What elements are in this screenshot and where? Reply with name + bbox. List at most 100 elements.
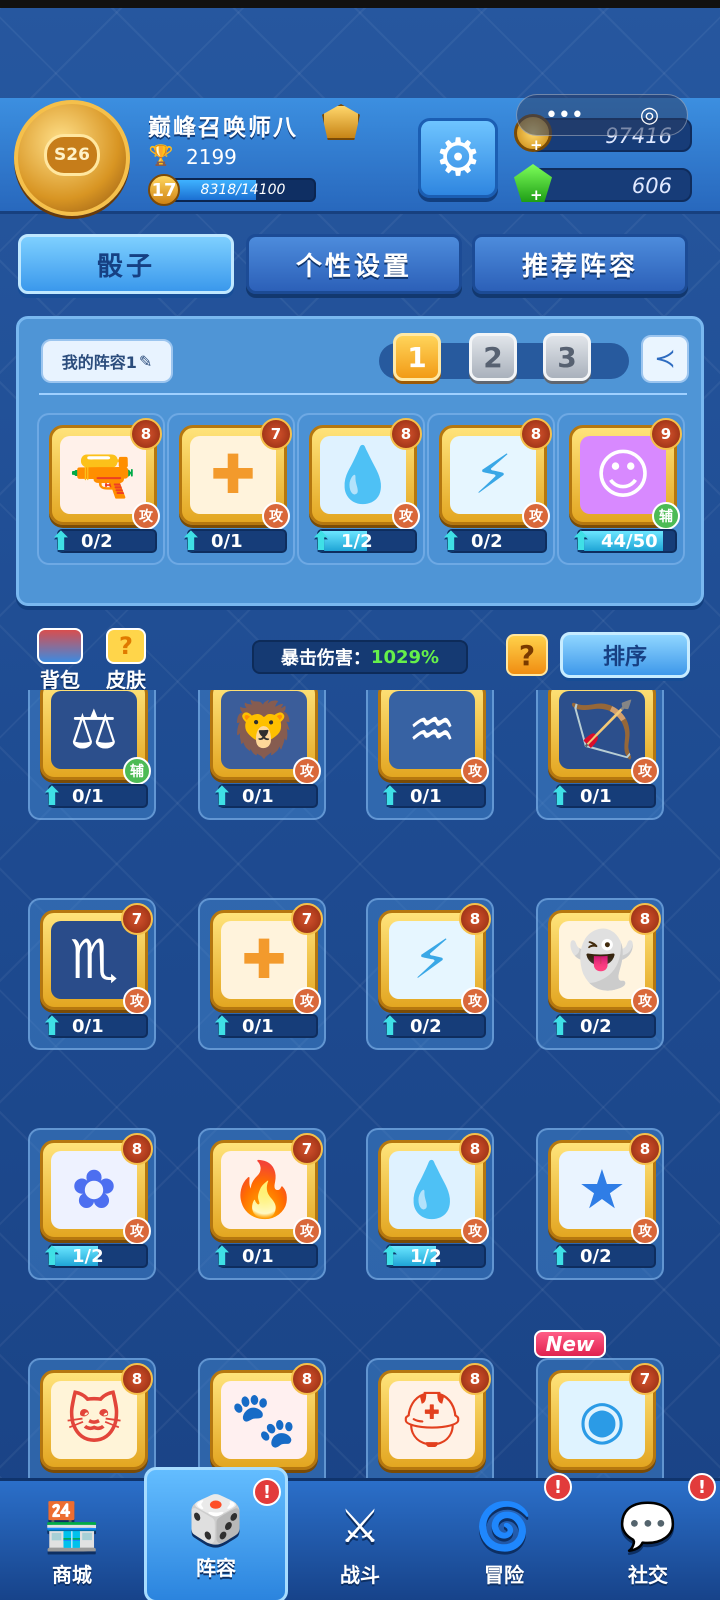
backpack-button[interactable]: 背包 [34,628,86,692]
dice-frame: ⚖ 辅 [40,690,151,785]
nav-icon: 🌀 [475,1498,533,1553]
dice-card[interactable]: 🐱 8 [28,1358,156,1478]
upgrade-progress-text: 0/2 [580,1245,612,1267]
upgrade-progress-text: 0/1 [580,785,612,807]
nav-item-1[interactable]: 🎲 阵容! [144,1467,288,1600]
upgrade-arrow-icon: ⬆ [211,1242,233,1272]
dice-face-icon: 🐱 [51,1381,137,1459]
dice-level-badge: 8 [629,1133,661,1165]
dice-frame: 💧 8 攻 [378,1133,491,1245]
dice-face-icon: 💧 [320,436,406,514]
dice-level-badge: 7 [629,1363,661,1395]
settings-gear-icon[interactable]: ⚙ [418,118,498,198]
dice-frame: ★ 8 攻 [548,1133,661,1245]
add-gold-icon[interactable]: + [530,136,543,154]
dice-frame: 💧 8 攻 [309,418,422,530]
gem-counter[interactable]: 606 [528,168,692,202]
crit-label: 暴击伤害： [280,648,371,669]
dice-frame: 🐱 8 [40,1363,153,1470]
dice-card[interactable]: ✚ 7 攻 ⬆ 0/1 [198,898,326,1050]
skin-button[interactable]: ? 皮肤 [100,628,152,692]
dice-card[interactable]: 🐾 8 [198,1358,326,1478]
tab-recommended-deck[interactable]: 推荐阵容 [472,234,688,294]
dice-card[interactable]: 🏹 攻 ⬆ 0/1 [536,690,664,820]
trophy-icon: 🏆 [148,143,174,167]
dice-card[interactable]: ♒ 攻 ⬆ 0/1 [366,690,494,820]
nav-item-0[interactable]: 🏪 商城 [0,1481,144,1600]
dice-level-badge: 7 [260,418,292,450]
nav-item-4[interactable]: 💬 社交! [576,1473,720,1600]
dice-card[interactable]: 💧 8 攻 ⬆ 1/2 [366,1128,494,1280]
dice-card[interactable]: ♏ 7 攻 ⬆ 0/1 [28,898,156,1050]
upgrade-arrow-icon: ⬆ [440,527,462,557]
gem-value: 606 [631,174,672,198]
dice-level-badge: 8 [629,903,661,935]
deck-slot-1[interactable]: 1 [393,333,441,381]
dice-collection-grid: ⚖ 辅 ⬆ 0/1 🦁 攻 ⬆ 0/1 ♒ 攻 ⬆ 0/1 🏹 攻 ⬆ 0/1 ♏ 7 攻 ⬆ 0/1… [0,690,720,1478]
dice-frame: 🔥 7 攻 [210,1133,323,1245]
nav-item-2[interactable]: ⚔ 战斗 [288,1481,432,1600]
upgrade-progress-text: 1/2 [341,530,373,552]
nav-icon: 💬 [619,1498,677,1553]
tab-dice[interactable]: 骰子 [18,234,234,294]
season-badge: S26 [44,134,100,176]
dice-frame: ⚡ 8 攻 [378,903,491,1015]
dice-card[interactable]: 🦁 攻 ⬆ 0/1 [198,690,326,820]
deck-divider [39,393,687,395]
dice-type-badge: 攻 [631,757,659,785]
upgrade-progress-text: 0/1 [242,785,274,807]
skin-label: 皮肤 [106,668,146,692]
dice-face-icon: ⚡ [450,436,536,514]
dice-level-badge: 8 [459,1133,491,1165]
bottom-nav: 🏪 商城 🎲 阵容! ⚔ 战斗 🌀 冒险! 💬 社交! [0,1467,720,1600]
dice-level-badge: 8 [121,1363,153,1395]
upgrade-progress-text: 0/2 [580,1015,612,1037]
dice-card[interactable]: ✿ 8 攻 ⬆ 1/2 [28,1128,156,1280]
deck-slot-2[interactable]: 2 [469,333,517,381]
upgrade-progress-text: 0/2 [410,1015,442,1037]
tab-personalize[interactable]: 个性设置 [246,234,462,294]
upgrade-arrow-icon: ⬆ [570,527,592,557]
season-rank-emblem[interactable]: S26 [14,100,130,216]
deck-name-button[interactable]: 我的阵容1 ✎ [41,339,173,383]
dice-card[interactable]: New ◉ 7 [534,1330,664,1478]
dice-face-icon: ☺ [580,436,666,514]
add-gem-icon[interactable]: + [530,186,543,204]
deck-slot-3[interactable]: 3 [543,333,591,381]
sort-button[interactable]: 排序 [560,632,690,678]
dice-type-badge: 攻 [293,757,321,785]
dice-card[interactable]: 💧 8 攻 ⬆ 1/2 [297,413,425,565]
dice-frame: 🔫 8 攻 [49,418,162,530]
dice-card[interactable]: ✚ 7 攻 ⬆ 0/1 [167,413,295,565]
nav-label: 阵容 [196,1555,236,1580]
dice-card[interactable]: ⚖ 辅 ⬆ 0/1 [28,690,156,820]
dice-level-badge: 8 [459,903,491,935]
dice-card[interactable]: ☺ 9 辅 ⬆ 44/50 [557,413,685,565]
more-menu-icon[interactable]: ••• [545,103,584,128]
upgrade-progress-text: 0/1 [72,1015,104,1037]
dice-type-badge: 攻 [392,502,420,530]
dice-card[interactable]: 👻 8 攻 ⬆ 0/2 [536,898,664,1050]
dice-face-icon: 👻 [559,921,645,999]
close-target-icon[interactable]: ◎ [640,103,659,128]
dice-card[interactable]: 🔥 7 攻 ⬆ 0/1 [198,1128,326,1280]
share-icon[interactable]: ≺ [641,335,689,383]
upgrade-arrow-icon: ⬆ [211,782,233,812]
dice-card[interactable]: ★ 8 攻 ⬆ 0/2 [536,1128,664,1280]
crit-damage-display: 暴击伤害： 1029% [252,640,468,674]
dice-card[interactable]: 🔫 8 攻 ⬆ 0/2 [37,413,165,565]
upgrade-arrow-icon: ⬆ [211,1012,233,1042]
dice-type-badge: 攻 [123,987,151,1015]
xp-text: 8318/14100 [200,182,286,198]
help-button[interactable]: ? [506,634,548,676]
dice-face-icon: 🔥 [221,1151,307,1229]
nav-item-3[interactable]: 🌀 冒险! [432,1473,576,1600]
dice-card[interactable]: ⚡ 8 攻 ⬆ 0/2 [427,413,555,565]
dice-card[interactable]: ⛑ 8 [366,1358,494,1478]
dice-card[interactable]: ⚡ 8 攻 ⬆ 0/2 [366,898,494,1050]
upgrade-progress-text: 1/2 [410,1245,442,1267]
dice-type-badge: 攻 [293,987,321,1015]
upgrade-arrow-icon: ⬆ [549,1242,571,1272]
nav-icon: ⚔ [339,1498,381,1553]
dice-level-badge: 7 [291,903,323,935]
